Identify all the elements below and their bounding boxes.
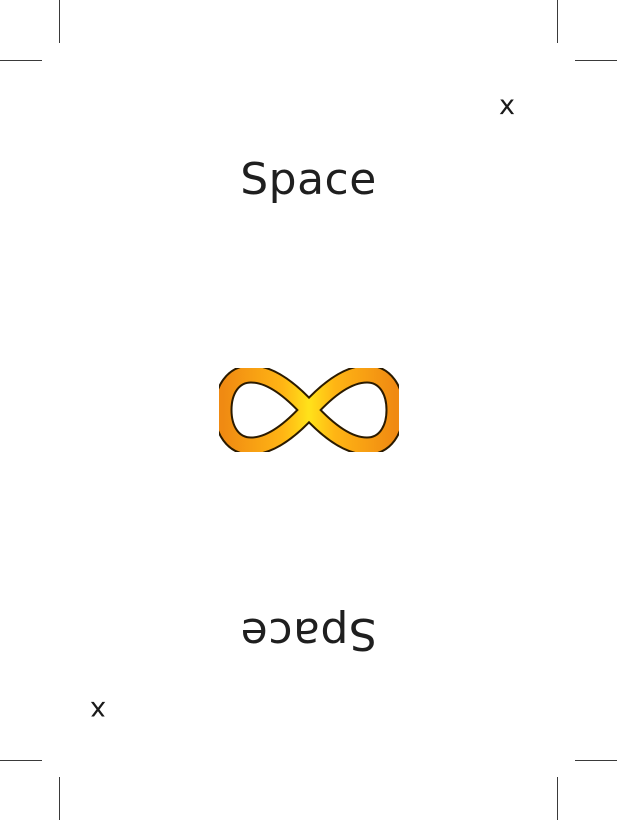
card-title-bottom: Space	[240, 608, 377, 659]
card-title-top: Space	[240, 154, 377, 205]
corner-symbol-top: x	[499, 90, 515, 121]
infinity-icon	[219, 368, 399, 452]
game-card[interactable]: x Space Space x	[0, 0, 617, 820]
corner-symbol-bottom: x	[90, 695, 106, 726]
